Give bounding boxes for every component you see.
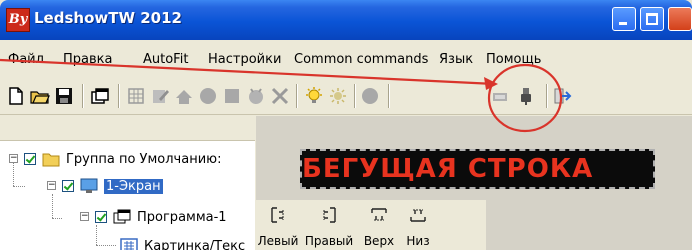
toolbar-separator [296, 84, 298, 108]
align-right-label: Правый [304, 234, 354, 248]
align-right-button[interactable]: Правый [300, 200, 358, 250]
minimize-icon [619, 22, 627, 25]
new-file-icon [9, 87, 23, 105]
maximize-button[interactable] [640, 7, 664, 31]
image-text-icon [120, 238, 138, 250]
tree-checkbox-group[interactable] [24, 153, 36, 165]
edit-icon [153, 90, 169, 103]
window-title: LedshowTW 2012 [34, 9, 182, 27]
project-tree: − Группа по Умолчанию: − 1-Экран − Прогр… [0, 140, 255, 250]
tree-collapse-toggle[interactable]: − [9, 154, 18, 163]
brightness-icon [176, 90, 192, 104]
align-bottom-icon [410, 209, 426, 222]
app-window: By LedshowTW 2012 Файл Правка AutoFit На… [0, 0, 692, 250]
delete-button[interactable] [270, 86, 290, 106]
tree-item-default-group[interactable]: Группа по Умолчанию: [66, 152, 221, 167]
monitor-icon [80, 178, 98, 193]
usb-connect-button[interactable] [516, 86, 536, 106]
align-bottom-label: Низ [406, 234, 430, 248]
exit-button[interactable] [552, 86, 572, 106]
app-logo-icon: By [6, 8, 30, 32]
exit-icon [554, 88, 572, 104]
menu-file[interactable]: Файл [8, 52, 44, 67]
edit-button[interactable] [150, 86, 170, 106]
align-bottom-button[interactable]: Низ [400, 200, 436, 250]
open-folder-icon [30, 91, 50, 104]
light-bulb-icon [306, 87, 322, 103]
toolbar-separator [546, 84, 548, 108]
alignment-toolbar: Левый Правый Верх Низ [256, 200, 486, 250]
delete-icon [271, 87, 289, 105]
maximize-icon [646, 13, 658, 25]
toolbar-separator [82, 84, 84, 108]
minimize-button[interactable] [612, 7, 636, 31]
toolbar [0, 80, 692, 115]
folder-icon [42, 153, 60, 167]
tree-panel: − Группа по Умолчанию: − 1-Экран − Прогр… [0, 116, 255, 250]
sun-icon [330, 88, 346, 104]
open-button[interactable] [30, 86, 50, 106]
menu-settings[interactable]: Настройки [208, 52, 281, 67]
grid-icon [128, 88, 144, 104]
disk-icon [362, 88, 378, 104]
circle-button[interactable] [198, 86, 218, 106]
tree-checkbox-screen[interactable] [62, 180, 74, 192]
brightness-button[interactable] [174, 86, 194, 106]
align-top-label: Верх [363, 234, 395, 248]
tree-item-image-text[interactable]: Картинка/Текс [144, 239, 245, 250]
tree-item-program[interactable]: Программа-1 [137, 210, 227, 225]
toolbar-separator [388, 84, 390, 108]
save-icon [56, 88, 72, 104]
disk-button[interactable] [360, 86, 380, 106]
tree-checkbox-program[interactable] [95, 211, 107, 223]
timer-button[interactable] [246, 86, 266, 106]
tree-item-screen[interactable]: 1-Экран [104, 179, 163, 194]
tree-collapse-toggle[interactable]: − [47, 181, 56, 190]
tree-collapse-toggle[interactable]: − [80, 212, 89, 221]
grid-button[interactable] [126, 86, 146, 106]
toolbar-separator [118, 84, 120, 108]
windows-button[interactable] [90, 86, 110, 106]
align-right-icon [323, 207, 336, 223]
align-left-button[interactable]: Левый [256, 200, 300, 250]
menu-help[interactable]: Помощь [486, 52, 541, 67]
menu-bar: Файл Правка AutoFit Настройки Common com… [0, 40, 692, 68]
save-button[interactable] [54, 86, 74, 106]
display-icon [493, 93, 507, 101]
menu-edit[interactable]: Правка [63, 52, 112, 67]
square-button[interactable] [222, 86, 242, 106]
menu-autofit[interactable]: AutoFit [143, 52, 188, 67]
align-left-label: Левый [257, 234, 299, 248]
new-file-button[interactable] [6, 86, 26, 106]
sun-button[interactable] [328, 86, 348, 106]
usb-plug-icon [521, 88, 531, 105]
display-button[interactable] [490, 86, 510, 106]
align-top-icon [371, 208, 387, 221]
led-display-text: БЕГУЩАЯ СТРОКА [302, 154, 594, 184]
toolbar-separator [354, 84, 356, 108]
close-button[interactable] [668, 7, 692, 31]
title-bar[interactable]: By LedshowTW 2012 [0, 0, 692, 40]
program-window-icon [113, 209, 131, 224]
align-top-button[interactable]: Верх [358, 200, 400, 250]
circle-icon [200, 88, 216, 104]
timer-icon [249, 88, 263, 104]
windows-icon [91, 88, 109, 104]
light-bulb-button[interactable] [304, 86, 324, 106]
align-left-icon [271, 207, 284, 223]
menu-language[interactable]: Язык [439, 52, 473, 67]
menu-common-commands[interactable]: Common commands [294, 52, 428, 67]
square-icon [225, 89, 239, 103]
